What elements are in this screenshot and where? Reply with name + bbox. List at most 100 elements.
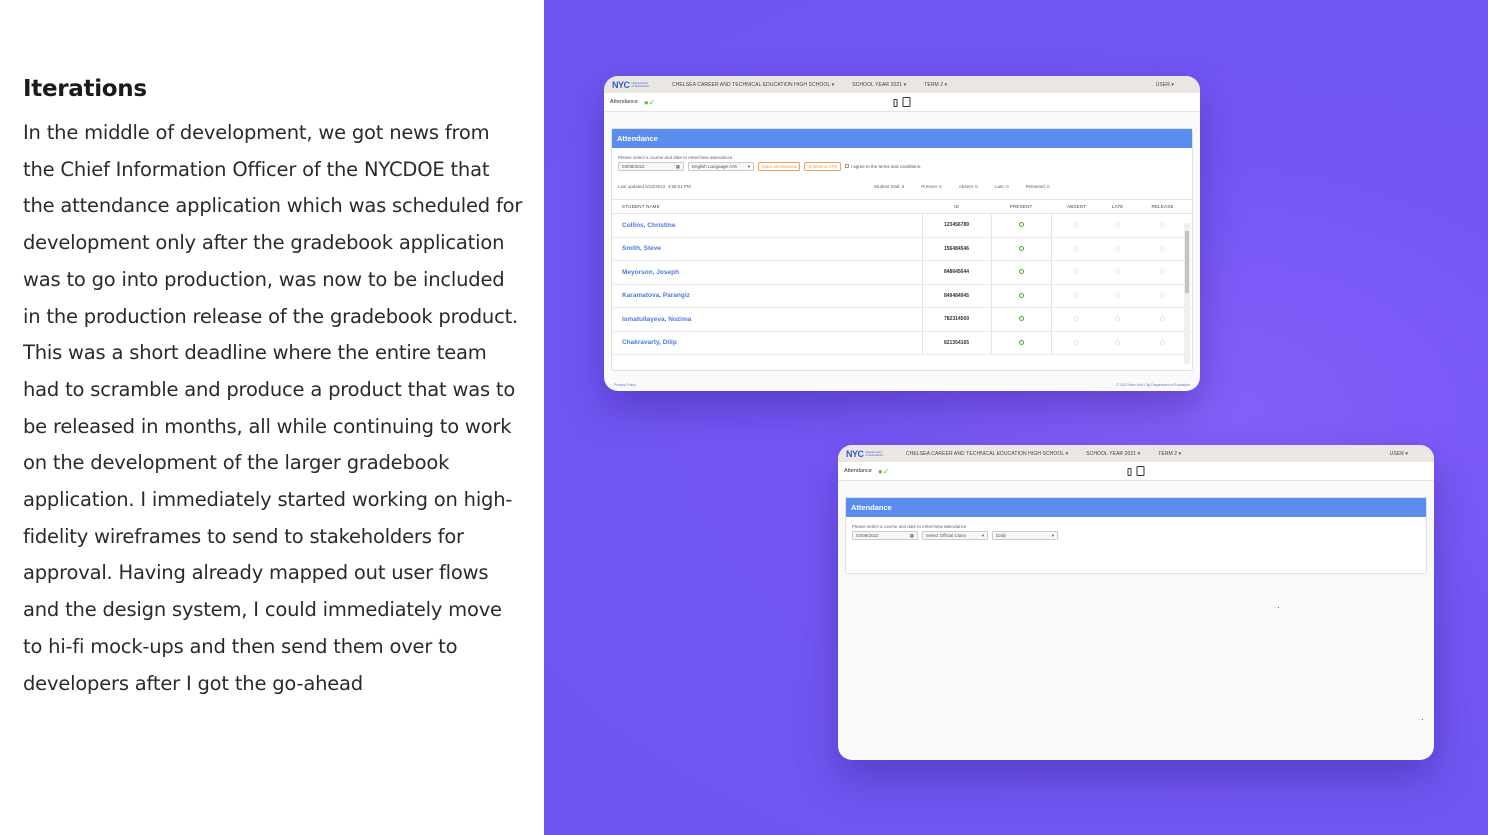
student-name-link[interactable]: Ismatullayeva, Nozima	[612, 307, 922, 332]
chevron-down-icon: ▾	[747, 163, 750, 169]
tablet-icon[interactable]	[902, 97, 911, 107]
section-label: Attendance	[610, 99, 638, 105]
student-name-link[interactable]: Meyorson, Joseph	[612, 260, 922, 285]
user-check-icon[interactable]: ●✓	[878, 467, 890, 476]
late-radio[interactable]	[1115, 292, 1121, 298]
table-scrollbar[interactable]	[1184, 223, 1190, 364]
logo-subtext: Department of Education	[865, 449, 884, 457]
chevron-down-icon: ▾	[981, 532, 984, 538]
terms-checkbox[interactable]: I agree to the terms and conditions.	[844, 164, 921, 169]
page-footer: Privacy Policy © 2022 New York City Depa…	[614, 383, 1190, 387]
privacy-policy-link[interactable]: Privacy Policy	[614, 383, 636, 387]
present-radio[interactable]	[1018, 269, 1024, 275]
sub-header: Attendance ●✓	[838, 462, 1434, 481]
card-title: Attendance	[612, 129, 1192, 148]
device-toggle	[893, 97, 911, 107]
filter-controls: 03/08/2022 ▦ Select Official Class ▾ Daily…	[852, 531, 1420, 540]
instruction-text: Please select a course and date to enter…	[618, 155, 734, 160]
term-dropdown[interactable]: TERM 2 ▾	[924, 82, 947, 88]
late-radio[interactable]	[1115, 269, 1121, 275]
date-picker[interactable]: 03/08/2022 ▦	[618, 162, 684, 171]
logo-subtext: Department of Education	[631, 80, 650, 88]
frequency-select[interactable]: Daily ▾	[992, 531, 1058, 540]
date-picker[interactable]: 03/08/2022 ▦	[852, 531, 918, 540]
calendar-icon: ▦	[675, 163, 680, 169]
school-dropdown[interactable]: CHELSEA CAREER AND TECHNICAL EDUCATION H…	[906, 451, 1068, 457]
col-late: LATE	[1102, 199, 1134, 214]
student-name-link[interactable]: Smith, Steve	[612, 237, 922, 261]
present-radio[interactable]	[1018, 245, 1024, 251]
attendance-stats: Last updated 5/10/2022, 4:58:01 PM Stude…	[618, 184, 1186, 189]
stat-total: Student total: 6	[874, 184, 905, 189]
late-radio[interactable]	[1115, 316, 1121, 322]
col-student-name: STUDENT NAME	[612, 199, 922, 214]
nyc-doe-logo: NYC Department of Education	[846, 449, 906, 459]
mark-all-released-button[interactable]: Mark all released	[758, 162, 801, 171]
absent-radio[interactable]	[1074, 245, 1080, 251]
user-menu[interactable]: USER ▾	[1156, 82, 1174, 88]
absent-radio[interactable]	[1074, 222, 1080, 228]
chevron-down-icon: ▾	[1051, 532, 1054, 538]
phone-icon[interactable]	[893, 99, 898, 107]
present-radio[interactable]	[1018, 292, 1024, 298]
tablet-icon[interactable]	[1136, 466, 1145, 476]
release-radio[interactable]	[1160, 269, 1166, 275]
instruction-text: Please select a course and date to enter…	[852, 524, 968, 529]
stray-dot	[1278, 607, 1279, 608]
release-radio[interactable]	[1160, 316, 1166, 322]
col-id: ID	[922, 199, 992, 214]
table-row: Chakravarty, Dilip 821354165	[612, 331, 1192, 355]
last-updated: Last updated 5/10/2022, 4:58:01 PM	[618, 184, 691, 189]
logo-text: NYC	[612, 79, 630, 90]
student-id: 782314569	[921, 307, 992, 332]
school-year-dropdown[interactable]: SCHOOL YEAR 2021 ▾	[1086, 451, 1140, 457]
section-label: Attendance	[844, 468, 872, 474]
user-check-icon[interactable]: ●✓	[644, 98, 656, 107]
absent-radio[interactable]	[1074, 316, 1080, 322]
late-radio[interactable]	[1115, 245, 1121, 251]
present-radio[interactable]	[1018, 222, 1024, 228]
term-dropdown[interactable]: TERM 2 ▾	[1158, 451, 1181, 457]
table-row: Karamatova, Parangiz 849484945	[612, 284, 1192, 308]
release-radio[interactable]	[1160, 245, 1166, 251]
absent-radio[interactable]	[1074, 339, 1080, 345]
section-body: In the middle of development, we got new…	[23, 121, 523, 695]
student-id: 849484945	[921, 284, 992, 308]
release-radio[interactable]	[1160, 339, 1166, 345]
table-row: Ismatullayeva, Nozima 782314569	[612, 307, 1192, 332]
absent-radio[interactable]	[1074, 269, 1080, 275]
late-radio[interactable]	[1115, 339, 1121, 345]
logo-text: NYC	[846, 448, 864, 459]
checkbox[interactable]	[844, 164, 849, 168]
course-select[interactable]: English Language Arts ▾	[688, 162, 754, 171]
absent-radio[interactable]	[1074, 292, 1080, 298]
device-toggle	[1127, 466, 1145, 476]
table-row: Meyorson, Joseph 848645644	[612, 260, 1192, 285]
submit-to-ats-button[interactable]: Submit to ATS	[804, 162, 841, 171]
top-navigation: NYC Department of Education CHELSEA CARE…	[838, 445, 1434, 462]
col-release: RELEASE	[1133, 199, 1192, 214]
school-year-dropdown[interactable]: SCHOOL YEAR 2021 ▾	[852, 82, 906, 88]
copyright-text: © 2022 New York City Department of Educa…	[1116, 383, 1190, 387]
stat-released: Released: 0	[1025, 184, 1050, 189]
scrollbar-thumb[interactable]	[1185, 231, 1189, 293]
student-id: 821354165	[921, 331, 992, 355]
school-dropdown[interactable]: CHELSEA CAREER AND TECHNICAL EDUCATION H…	[672, 82, 834, 88]
attendance-mockup-empty: NYC Department of Education CHELSEA CARE…	[838, 445, 1434, 760]
student-name-link[interactable]: Chakravarty, Dilip	[612, 331, 922, 355]
present-radio[interactable]	[1018, 316, 1024, 322]
late-radio[interactable]	[1115, 222, 1121, 228]
release-radio[interactable]	[1160, 222, 1166, 228]
official-class-select[interactable]: Select Official Class ▾	[922, 531, 988, 540]
phone-icon[interactable]	[1127, 468, 1132, 476]
student-id: 156484546	[921, 237, 992, 261]
user-menu[interactable]: USER ▾	[1390, 451, 1408, 457]
student-name-link[interactable]: Karamatova, Parangiz	[612, 284, 922, 308]
student-table: STUDENT NAME ID PRESENT ABSENT LATE RELE…	[612, 199, 1192, 355]
student-name-link[interactable]: Collins, Christine	[612, 213, 922, 238]
present-radio[interactable]	[1018, 339, 1024, 345]
attendance-card: Attendance Please select a course and da…	[845, 497, 1427, 574]
section-heading: Iterations	[23, 76, 147, 102]
release-radio[interactable]	[1160, 292, 1166, 298]
attendance-card: Attendance Please select a course and da…	[611, 128, 1193, 371]
